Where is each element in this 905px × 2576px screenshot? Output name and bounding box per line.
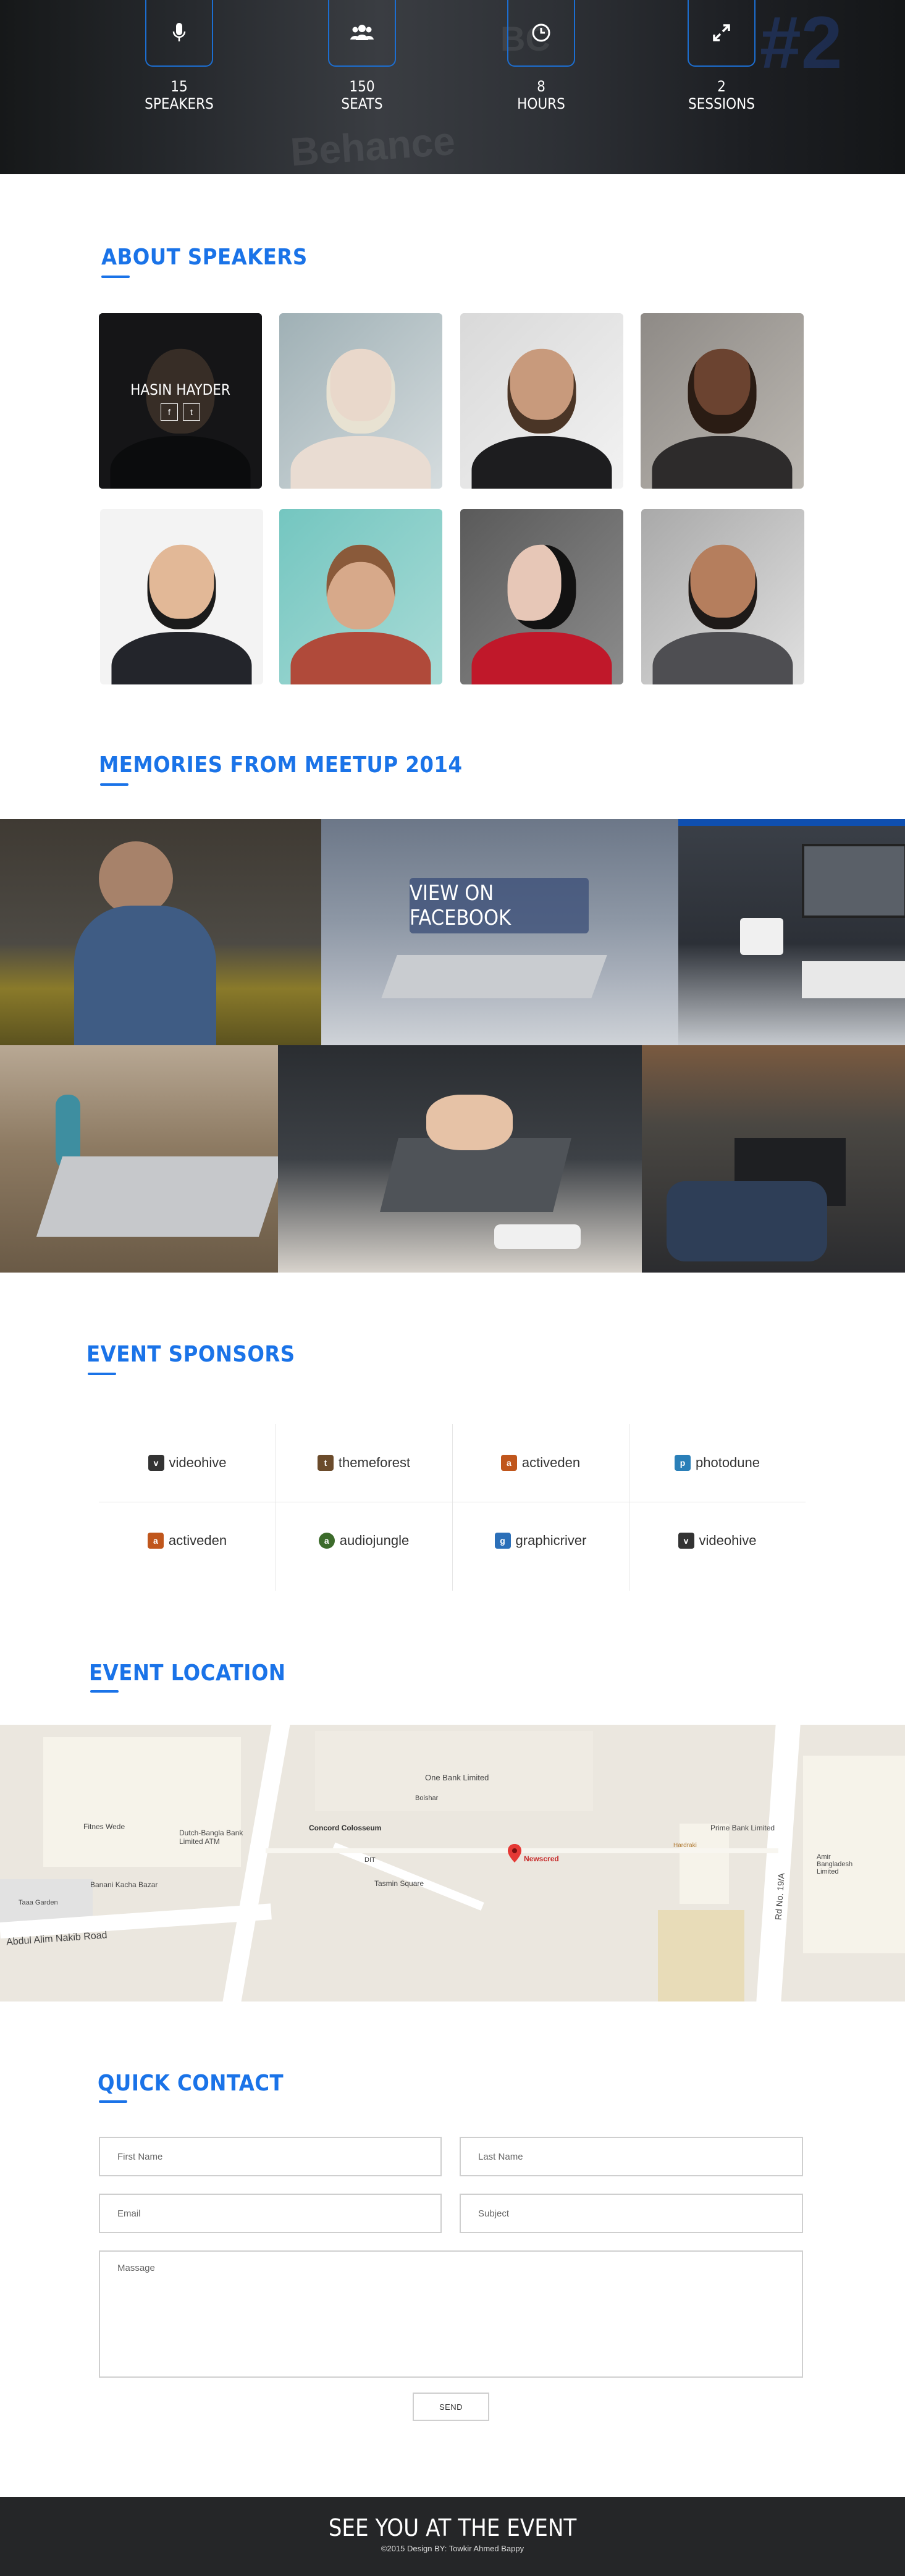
location-section-title: EVENT LOCATION bbox=[89, 1661, 286, 1686]
activeden-icon: a bbox=[500, 1455, 517, 1471]
memory-photo[interactable]: VIEW ON FACEBOOK bbox=[321, 819, 678, 1045]
map-marker-icon[interactable] bbox=[508, 1844, 521, 1863]
stat-label: HOURS bbox=[517, 95, 565, 112]
audiojungle-icon: a bbox=[318, 1533, 335, 1549]
sponsor-logo[interactable]: t themeforest bbox=[276, 1425, 452, 1501]
microphone-icon bbox=[145, 0, 213, 67]
stat-seats: 150 SEATS bbox=[294, 0, 430, 112]
location-map[interactable]: One Bank Limited Boishar Concord Colosse… bbox=[0, 1725, 905, 2001]
speaker-overlay: HASIN HAYDER f t bbox=[99, 313, 262, 489]
sponsor-logo[interactable]: v videohive bbox=[99, 1425, 276, 1501]
footer-copyright: ©2015 Design BY: Towkir Ahmed Bappy bbox=[381, 2544, 524, 2553]
stats-banner: Behance BC #2 15 SPEAKERS 150 SEATS 8 HO… bbox=[0, 0, 905, 174]
sponsor-logo[interactable]: a activeden bbox=[99, 1502, 276, 1579]
memories-section-title: MEMORIES FROM MEETUP 2014 bbox=[99, 752, 463, 778]
speaker-photo bbox=[326, 348, 395, 434]
speaker-card[interactable] bbox=[279, 313, 442, 489]
videohive-icon: v bbox=[148, 1455, 164, 1471]
memory-photo[interactable] bbox=[0, 1045, 278, 1273]
map-label: Banani Kacha Bazar bbox=[90, 1880, 158, 1889]
memory-photo[interactable] bbox=[642, 1045, 905, 1273]
graphicriver-icon: g bbox=[494, 1533, 511, 1549]
map-label: Fitnes Wede bbox=[83, 1822, 125, 1831]
map-label: Concord Colosseum bbox=[309, 1824, 382, 1832]
map-pin-label: Newscred bbox=[524, 1854, 559, 1863]
speaker-photo bbox=[326, 544, 395, 629]
speaker-card[interactable]: HASIN HAYDER f t bbox=[99, 313, 262, 489]
stat-value: 150 bbox=[349, 78, 375, 95]
expand-icon bbox=[688, 0, 756, 67]
themeforest-icon: t bbox=[317, 1455, 334, 1471]
email-input[interactable] bbox=[99, 2194, 442, 2233]
send-button[interactable]: SEND bbox=[413, 2393, 489, 2421]
speaker-photo bbox=[507, 348, 576, 434]
stat-label: SESSIONS bbox=[688, 95, 755, 112]
map-label: DIT bbox=[364, 1856, 376, 1864]
facebook-icon[interactable]: f bbox=[161, 403, 178, 421]
map-label: Amir Bangladesh Limited bbox=[817, 1853, 853, 1875]
speaker-photo bbox=[688, 544, 757, 629]
activeden-icon: a bbox=[147, 1533, 164, 1549]
map-label: Boishar bbox=[415, 1795, 439, 1802]
first-name-input[interactable] bbox=[99, 2137, 442, 2176]
message-textarea[interactable] bbox=[99, 2250, 803, 2378]
stat-value: 15 bbox=[170, 78, 188, 95]
stat-value: 8 bbox=[537, 78, 545, 95]
map-label: Dutch-Bangla Bank Limited ATM bbox=[179, 1829, 243, 1846]
twitter-icon[interactable]: t bbox=[183, 403, 200, 421]
videohive-icon: v bbox=[678, 1533, 694, 1549]
stat-speakers: 15 SPEAKERS bbox=[111, 0, 247, 112]
last-name-input[interactable] bbox=[460, 2137, 803, 2176]
speakers-section-title: ABOUT SPEAKERS bbox=[101, 245, 308, 270]
subject-input[interactable] bbox=[460, 2194, 803, 2233]
stat-sessions: 2 SESSIONS bbox=[654, 0, 789, 112]
speaker-social: f t bbox=[161, 403, 200, 421]
footer: SEE YOU AT THE EVENT ©2015 Design BY: To… bbox=[0, 2497, 905, 2576]
speaker-photo bbox=[147, 544, 216, 629]
stat-label: SEATS bbox=[341, 95, 383, 112]
clock-icon bbox=[507, 0, 575, 67]
speaker-card[interactable] bbox=[100, 509, 263, 684]
speaker-card[interactable] bbox=[460, 313, 623, 489]
sponsor-logo[interactable]: p photodune bbox=[629, 1425, 806, 1501]
contact-section-title: QUICK CONTACT bbox=[98, 2071, 284, 2096]
title-underline bbox=[100, 783, 128, 786]
title-underline bbox=[88, 1373, 116, 1375]
title-underline bbox=[90, 1690, 119, 1693]
sponsors-section-title: EVENT SPONSORS bbox=[86, 1342, 295, 1367]
sponsor-logo[interactable]: g graphicriver bbox=[452, 1502, 629, 1579]
map-label: Prime Bank Limited bbox=[710, 1824, 775, 1832]
footer-title: SEE YOU AT THE EVENT bbox=[328, 2514, 577, 2541]
speaker-card[interactable] bbox=[641, 313, 804, 489]
title-underline bbox=[99, 2100, 127, 2103]
title-underline bbox=[101, 276, 130, 278]
speaker-name: HASIN HAYDER bbox=[130, 381, 230, 398]
view-on-facebook-link[interactable]: VIEW ON FACEBOOK bbox=[410, 878, 589, 933]
map-label: Taaa Garden bbox=[19, 1899, 58, 1906]
map-label: Tasmin Square bbox=[374, 1879, 424, 1888]
sponsor-logo[interactable]: a audiojungle bbox=[276, 1502, 452, 1579]
speaker-card[interactable] bbox=[641, 509, 804, 684]
speaker-card[interactable] bbox=[279, 509, 442, 684]
memory-photo[interactable] bbox=[278, 1045, 642, 1273]
sponsor-logo[interactable]: a activeden bbox=[452, 1425, 629, 1501]
banner-background-text: Behance bbox=[288, 118, 457, 174]
photodune-icon: p bbox=[675, 1455, 691, 1471]
speaker-photo bbox=[507, 544, 576, 629]
memory-photo[interactable] bbox=[678, 819, 905, 1045]
speaker-card[interactable] bbox=[460, 509, 623, 684]
stat-hours: 8 HOURS bbox=[473, 0, 609, 112]
stat-value: 2 bbox=[717, 78, 726, 95]
speaker-photo bbox=[688, 348, 757, 434]
users-icon bbox=[328, 0, 396, 67]
sponsor-logo[interactable]: v videohive bbox=[629, 1502, 806, 1579]
map-label: Hardraki bbox=[673, 1842, 697, 1849]
map-label: One Bank Limited bbox=[425, 1773, 489, 1782]
memory-photo[interactable] bbox=[0, 819, 321, 1045]
stat-label: SPEAKERS bbox=[145, 95, 214, 112]
